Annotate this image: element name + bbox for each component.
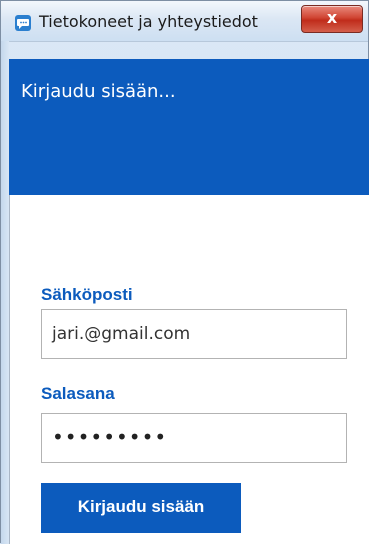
- app-window: Tietokoneet ja yhteystiedot x Kirjaudu s…: [0, 0, 369, 544]
- title-bar[interactable]: Tietokoneet ja yhteystiedot x: [1, 1, 368, 42]
- close-button[interactable]: x: [301, 5, 363, 33]
- login-header: Kirjaudu sisään...: [9, 59, 369, 195]
- login-button[interactable]: Kirjaudu sisään: [41, 483, 241, 533]
- header-text: Kirjaudu sisään...: [21, 81, 176, 102]
- email-label: Sähköposti: [41, 285, 133, 304]
- email-field[interactable]: jari.@gmail.com: [41, 309, 347, 359]
- login-button-label: Kirjaudu sisään: [77, 497, 205, 516]
- password-field[interactable]: •••••••••: [41, 413, 347, 463]
- app-chat-icon: [15, 15, 31, 31]
- password-value: •••••••••: [52, 425, 168, 449]
- window-frame-edge: [1, 41, 9, 544]
- password-label: Salasana: [41, 384, 115, 403]
- email-value: jari.@gmail.com: [52, 324, 191, 344]
- close-icon: x: [326, 8, 338, 27]
- window-title: Tietokoneet ja yhteystiedot: [39, 12, 258, 31]
